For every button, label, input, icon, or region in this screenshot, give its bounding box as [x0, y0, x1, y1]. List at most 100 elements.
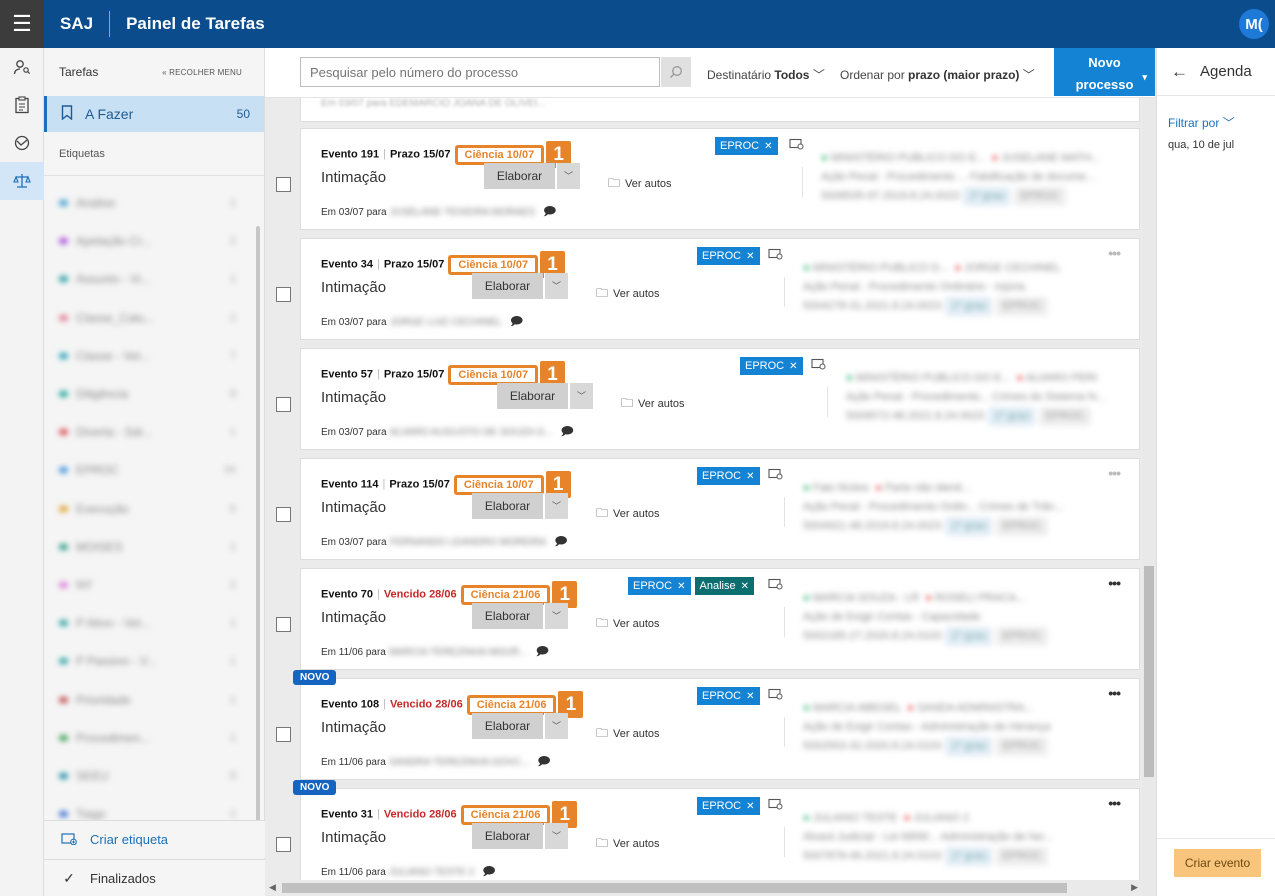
close-icon[interactable]: ✕: [746, 471, 754, 482]
tag-add-icon[interactable]: [768, 798, 784, 813]
chevron-down-icon[interactable]: ﹀: [569, 383, 593, 409]
sidebar-tag-item[interactable]: NY 2: [44, 566, 264, 604]
ver-autos-link[interactable]: 🗀 Ver autos: [596, 284, 660, 305]
list-item[interactable]: Em 03/07 para EDEMARCIO JOANA DE OLIVEI.…: [300, 98, 1140, 122]
elaborar-button[interactable]: Elaborar: [484, 163, 555, 189]
task-checkbox[interactable]: [276, 287, 291, 302]
chevron-down-icon[interactable]: ﹀: [544, 603, 568, 629]
task-checkbox[interactable]: [276, 727, 291, 742]
scrollbar-thumb[interactable]: [282, 883, 1067, 893]
elaborar-button[interactable]: Elaborar: [497, 383, 568, 409]
clipboard-icon[interactable]: [0, 86, 44, 124]
tag-chip[interactable]: EPROC ✕: [697, 797, 760, 815]
ver-autos-link[interactable]: 🗀 Ver autos: [596, 724, 660, 745]
finished-button[interactable]: ✓ Finalizados: [44, 859, 265, 896]
task-list-horizontal-scrollbar[interactable]: ◀ ▶: [265, 880, 1142, 896]
close-icon[interactable]: ✕: [746, 691, 754, 702]
tag-add-icon[interactable]: [789, 138, 805, 153]
task-card[interactable]: Evento 34 | Prazo 15/07 Ciência 10/07 1 Intim…: [300, 238, 1140, 340]
sidebar-tag-item[interactable]: MOISES 1: [44, 528, 264, 566]
sidebar-tag-item[interactable]: P Passivo - V... 1: [44, 642, 264, 680]
chevron-down-icon[interactable]: ﹀: [544, 823, 568, 849]
sidebar-tag-item[interactable]: Execução 6: [44, 490, 264, 528]
scroll-right-icon[interactable]: ▶: [1131, 882, 1138, 893]
task-checkbox[interactable]: [276, 177, 291, 192]
tag-add-icon[interactable]: [768, 688, 784, 703]
elaborar-button[interactable]: Elaborar: [472, 493, 543, 519]
tag-chip[interactable]: EPROC ✕: [715, 137, 778, 155]
user-search-icon[interactable]: [0, 48, 44, 86]
close-icon[interactable]: ✕: [746, 251, 754, 262]
ver-autos-link[interactable]: 🗀 Ver autos: [608, 174, 672, 195]
tag-add-icon[interactable]: [768, 578, 784, 593]
sidebar-tag-item[interactable]: Apelação Cr... 2: [44, 222, 264, 260]
sidebar-tag-item[interactable]: Diligência 8: [44, 375, 264, 413]
tag-chip[interactable]: EPROC ✕: [740, 357, 803, 375]
avatar[interactable]: M(: [1239, 9, 1269, 39]
elaborar-button[interactable]: Elaborar: [472, 603, 543, 629]
task-checkbox[interactable]: [276, 617, 291, 632]
close-icon[interactable]: ✕: [677, 581, 685, 592]
comment-icon[interactable]: 🗩: [510, 314, 523, 328]
task-card[interactable]: Evento 31 | Vencido 28/06 Ciência 21/06 1 Int…: [300, 788, 1140, 880]
comment-icon[interactable]: 🗩: [543, 204, 556, 218]
task-card[interactable]: Evento 70 | Vencido 28/06 Ciência 21/06 1 Int…: [300, 568, 1140, 670]
chevron-down-icon[interactable]: ﹀: [544, 273, 568, 299]
create-tag-button[interactable]: Criar etiqueta: [44, 820, 265, 858]
tag-chip[interactable]: Analise ✕: [694, 577, 754, 595]
task-card[interactable]: Evento 191 | Prazo 15/07 Ciência 10/07 1 Inti…: [300, 128, 1140, 230]
sidebar-tag-item[interactable]: Procedimen... 1: [44, 719, 264, 757]
comment-icon[interactable]: 🗩: [536, 644, 549, 658]
task-card[interactable]: Evento 57 | Prazo 15/07 Ciência 10/07 1 Intim…: [300, 348, 1140, 450]
task-checkbox[interactable]: [276, 507, 291, 522]
elaborar-button[interactable]: Elaborar: [472, 273, 543, 299]
task-list-vertical-scrollbar[interactable]: [1142, 98, 1156, 880]
back-arrow-icon[interactable]: ←: [1171, 62, 1188, 82]
chevron-down-icon[interactable]: ﹀: [544, 713, 568, 739]
sidebar-tag-item[interactable]: Prioridade 1: [44, 680, 264, 718]
task-card[interactable]: Evento 114 | Prazo 15/07 Ciência 10/07 1 Inti…: [300, 458, 1140, 560]
close-icon[interactable]: ✕: [741, 581, 749, 592]
sidebar-scrollbar[interactable]: [256, 226, 260, 854]
elaborar-button[interactable]: Elaborar: [472, 823, 543, 849]
sidebar-tag-item[interactable]: EPROC 34: [44, 451, 264, 489]
create-event-button[interactable]: Criar evento: [1174, 849, 1261, 877]
sidebar-tag-item[interactable]: Classe - Vel... 7: [44, 337, 264, 375]
ver-autos-link[interactable]: 🗀 Ver autos: [596, 834, 660, 855]
order-filter[interactable]: Ordenar por prazo (maior prazo) ﹀: [840, 66, 1035, 83]
sidebar-item-a-fazer[interactable]: A Fazer 50: [44, 96, 264, 132]
tag-add-icon[interactable]: [811, 358, 827, 373]
close-icon[interactable]: ✕: [789, 361, 797, 372]
menu-icon[interactable]: ☰: [0, 0, 44, 48]
sidebar-tag-item[interactable]: SEEU 8: [44, 757, 264, 795]
tag-chip[interactable]: EPROC ✕: [697, 467, 760, 485]
close-icon[interactable]: ✕: [764, 141, 772, 152]
new-process-button[interactable]: Novo processo ▾: [1054, 48, 1155, 96]
ver-autos-link[interactable]: 🗀 Ver autos: [621, 394, 685, 415]
handshake-icon[interactable]: [0, 124, 44, 162]
scales-icon[interactable]: [0, 162, 44, 200]
comment-icon[interactable]: 🗩: [560, 424, 573, 438]
sidebar-tag-item[interactable]: P Ativo - Vel... 1: [44, 604, 264, 642]
sidebar-tag-item[interactable]: Diverta - Sál... 1: [44, 413, 264, 451]
chevron-down-icon[interactable]: ﹀: [544, 493, 568, 519]
recipient-filter[interactable]: Destinatário Todos ﹀: [707, 66, 825, 83]
scroll-left-icon[interactable]: ◀: [269, 882, 276, 893]
chevron-down-icon[interactable]: ﹀: [556, 163, 580, 189]
tag-chip[interactable]: EPROC ✕: [628, 577, 691, 595]
close-icon[interactable]: ✕: [746, 801, 754, 812]
elaborar-button[interactable]: Elaborar: [472, 713, 543, 739]
sidebar-tag-item[interactable]: Classe_Calu... 1: [44, 299, 264, 337]
tag-chip[interactable]: EPROC ✕: [697, 687, 760, 705]
ver-autos-link[interactable]: 🗀 Ver autos: [596, 614, 660, 635]
collapse-menu-button[interactable]: « RECOLHER MENU: [162, 68, 242, 77]
tag-add-icon[interactable]: [768, 468, 784, 483]
search-input[interactable]: [300, 57, 660, 87]
ver-autos-link[interactable]: 🗀 Ver autos: [596, 504, 660, 525]
agenda-filter-button[interactable]: Filtrar por ﹀: [1168, 114, 1275, 131]
tag-chip[interactable]: EPROC ✕: [697, 247, 760, 265]
comment-icon[interactable]: 🗩: [482, 864, 495, 878]
task-checkbox[interactable]: [276, 397, 291, 412]
sidebar-tag-item[interactable]: Assunto - Vi... 1: [44, 260, 264, 298]
scrollbar-thumb[interactable]: [1144, 566, 1154, 777]
